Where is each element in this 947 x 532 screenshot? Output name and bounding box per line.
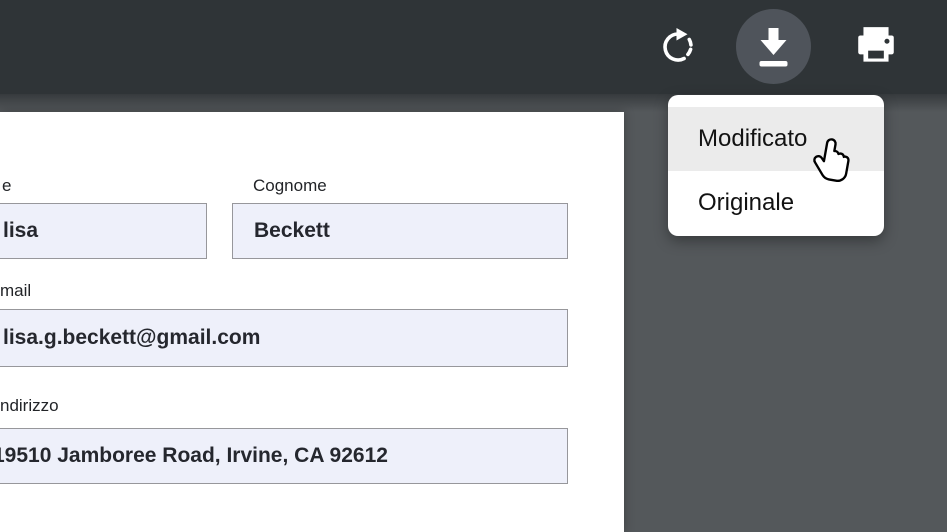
first-name-value: lisa bbox=[3, 219, 38, 243]
pdf-toolbar bbox=[0, 0, 947, 94]
menu-item-originale-label: Originale bbox=[698, 189, 794, 217]
last-name-label: Cognome bbox=[253, 176, 327, 196]
menu-item-modificato-label: Modificato bbox=[698, 125, 807, 153]
last-name-field[interactable]: Beckett bbox=[232, 203, 568, 259]
email-value: lisa.g.beckett@gmail.com bbox=[3, 326, 260, 350]
rotate-icon bbox=[656, 24, 700, 71]
address-label: ndirizzo bbox=[0, 396, 59, 416]
print-button[interactable] bbox=[852, 24, 900, 72]
download-menu: Modificato Originale bbox=[668, 95, 884, 236]
rotate-button[interactable] bbox=[654, 23, 702, 71]
address-value: 19510 Jamboree Road, Irvine, CA 92612 bbox=[0, 444, 388, 468]
pdf-page: e lisa Cognome Beckett mail lisa.g.becke… bbox=[0, 112, 624, 532]
last-name-value: Beckett bbox=[254, 219, 330, 243]
address-field[interactable]: 19510 Jamboree Road, Irvine, CA 92612 bbox=[0, 428, 568, 484]
email-field[interactable]: lisa.g.beckett@gmail.com bbox=[0, 309, 568, 367]
menu-item-modificato[interactable]: Modificato bbox=[668, 107, 884, 171]
printer-icon bbox=[853, 24, 899, 73]
download-icon bbox=[736, 8, 811, 86]
download-button[interactable] bbox=[736, 9, 811, 84]
email-label: mail bbox=[0, 281, 31, 301]
menu-item-originale[interactable]: Originale bbox=[668, 171, 884, 235]
first-name-field[interactable]: lisa bbox=[0, 203, 207, 259]
first-name-label: e bbox=[2, 176, 11, 196]
